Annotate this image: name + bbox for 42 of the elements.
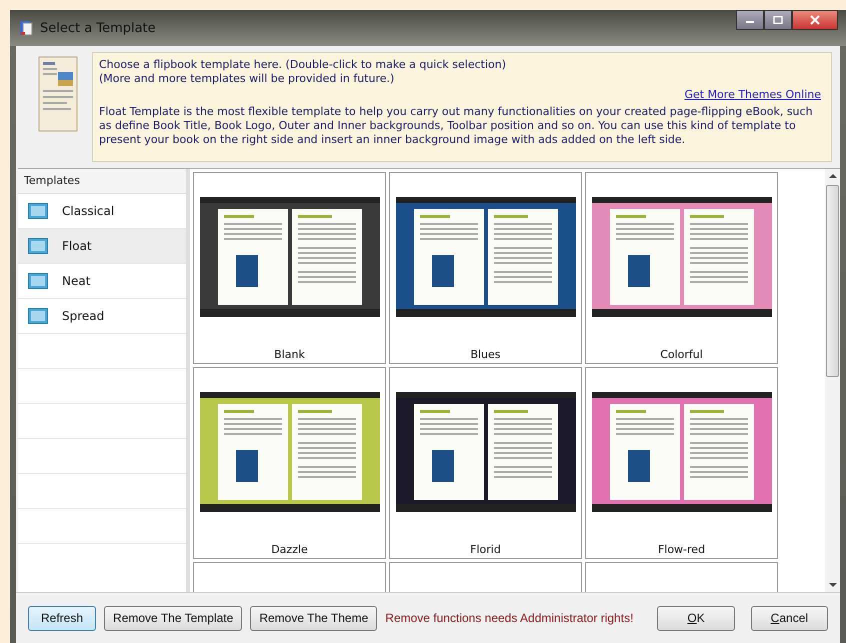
theme-card[interactable]: Flow-red [585,367,778,559]
close-icon [810,15,820,25]
maximize-button[interactable] [764,10,792,30]
theme-card[interactable]: Dazzle [193,367,386,559]
template-item[interactable]: Spread [18,299,186,334]
layout-icon [28,308,48,324]
warning-text: Remove functions needs Addministrator rights! [385,611,634,625]
template-item[interactable]: Float [18,229,186,264]
dialog-button[interactable]: OK [657,606,735,630]
themes-link[interactable]: Get More Themes Online [684,88,821,101]
window-title: Select a Template [40,20,156,36]
scrollbar[interactable] [825,169,840,592]
scroll-up-icon [828,173,836,179]
action-button[interactable]: Remove The Template [104,606,242,630]
dialog-button[interactable]: Cancel [750,606,828,630]
layout-icon [28,203,48,219]
scroll-thumb[interactable] [826,185,839,377]
theme-name: Blues [470,348,501,361]
layout-icon [28,238,48,254]
scroll-down-icon [828,582,836,588]
action-button[interactable]: Remove The Theme [250,606,378,630]
theme-card[interactable]: Blank [193,172,386,364]
theme-name: Dazzle [271,543,308,556]
minimize-button[interactable] [736,10,764,30]
template-item[interactable]: Neat [18,264,186,299]
book-icon [18,20,34,36]
theme-name: Colorful [660,348,703,361]
theme-name: Florid [470,543,501,556]
close-button[interactable] [792,10,838,30]
maximize-icon [773,16,783,24]
action-button[interactable]: Refresh [28,606,96,630]
document-icon [38,56,78,132]
description-text: Float Template is the most flexible template to help you carry out many functionalities on your created page-flipping eBook, such as define Book Title, Book Logo, Outer and Inner backgrounds, Toolbar position and so on. You can use this kind of template to present your book on the right side and insert an inner background image with ads added on the left side. [99,105,814,147]
theme-card[interactable]: Colorful [585,172,778,364]
theme-card[interactable]: Blues [389,172,582,364]
instruction-text: Choose a flipbook template here. (Double-click to make a quick selection) [99,58,507,72]
column-header: Templates [18,169,186,194]
layout-icon [28,273,48,289]
theme-card[interactable]: Florid [389,367,582,559]
theme-name: Blank [274,348,305,361]
instruction-text: (More and more templates will be provided in future.) [99,72,396,86]
theme-name: Flow-red [658,543,706,556]
